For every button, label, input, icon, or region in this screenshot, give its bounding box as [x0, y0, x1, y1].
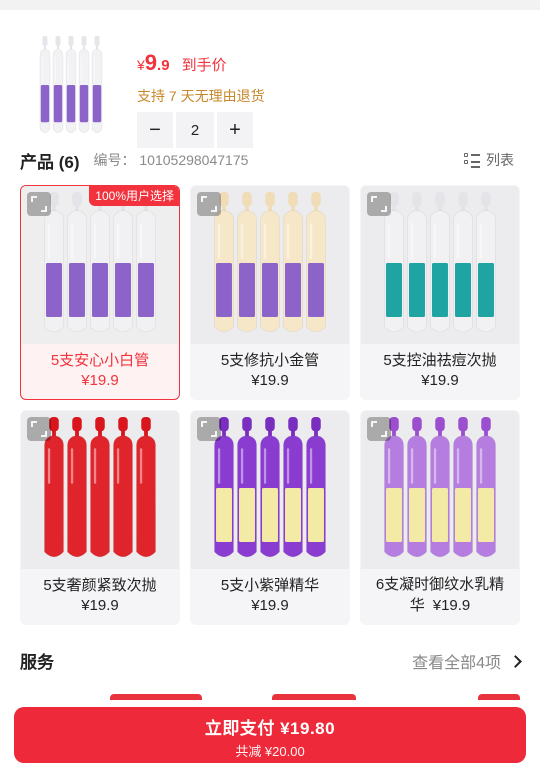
- vial-shape: [90, 417, 110, 558]
- vial-shape: [476, 417, 496, 558]
- vial-shape: [113, 192, 133, 333]
- product-price: ¥19.9: [251, 597, 289, 614]
- expand-icon[interactable]: [367, 192, 391, 216]
- product-price: ¥19.9: [251, 372, 289, 389]
- expand-icon[interactable]: [27, 192, 51, 216]
- price-tag: 到手价: [181, 57, 227, 74]
- vial-shape: [260, 417, 280, 558]
- vial-shape: [136, 192, 156, 333]
- product-name: 5支控油祛痘次抛: [383, 352, 497, 369]
- vial-shape: [67, 417, 87, 558]
- vial-shape: [453, 417, 473, 558]
- product-card[interactable]: 6支凝时御纹水乳精 华 ¥19.9: [360, 410, 520, 625]
- product-summary: ¥9.9 到手价 支持 7 天无理由退货 − 2 +: [0, 10, 540, 148]
- vial-shape: [39, 36, 51, 133]
- product-card[interactable]: 100%用户选择 5支安心小白管 ¥19.9: [20, 185, 180, 400]
- price-symbol: ¥: [137, 57, 145, 73]
- product-price: ¥19.9: [421, 372, 459, 389]
- vial-shape: [283, 417, 303, 558]
- price-integer: 9: [144, 50, 158, 75]
- vial-shape: [52, 36, 64, 133]
- product-name: 6支凝时御纹水乳精 华 ¥19.9: [361, 574, 519, 616]
- pay-now-label: 立即支付 ¥19.80: [204, 719, 336, 738]
- chevron-right-icon: [509, 654, 522, 668]
- services-row[interactable]: 服务 查看全部4项: [20, 646, 522, 673]
- sku-number: 编号： 10105298047175: [93, 152, 249, 168]
- popular-badge: 100%用户选择: [89, 186, 179, 206]
- pay-now-button[interactable]: 立即支付 ¥19.80 共减 ¥20.00: [14, 707, 526, 763]
- product-card[interactable]: 5支控油祛痘次抛 ¥19.9: [360, 185, 520, 400]
- vial-shape: [407, 192, 427, 333]
- list-icon: [464, 153, 480, 168]
- price-row: ¥9.9 到手价: [137, 50, 227, 76]
- products-header: 产品 (6) 编号： 10105298047175 列表: [20, 148, 520, 172]
- price-decimal: .9: [157, 57, 170, 74]
- product-name: 5支修抗小金管: [220, 352, 320, 369]
- vial-shape: [91, 36, 103, 133]
- vial-shape: [306, 192, 326, 333]
- quantity-value[interactable]: 2: [176, 112, 214, 148]
- product-grid: 100%用户选择 5支安心小白管 ¥19.9 5支修抗小金管 ¥19.9 5支控…: [20, 185, 520, 625]
- view-all-label: 查看全部4项: [412, 655, 501, 672]
- services-title: 服务: [20, 653, 54, 672]
- vial-shape: [260, 192, 280, 333]
- expand-icon[interactable]: [27, 417, 51, 441]
- vial-shape: [430, 417, 450, 558]
- product-price: ¥19.9: [81, 597, 119, 614]
- product-price: ¥19.9: [81, 372, 119, 389]
- products-title: 产品 (6): [20, 152, 80, 172]
- pay-bar: 立即支付 ¥19.80 共减 ¥20.00: [0, 700, 540, 768]
- vial-shape: [407, 417, 427, 558]
- vial-shape: [237, 417, 257, 558]
- vial-shape: [453, 192, 473, 333]
- expand-icon[interactable]: [197, 192, 221, 216]
- product-name: 5支奢颜紧致次抛: [43, 577, 157, 594]
- vial-shape: [136, 417, 156, 558]
- product-price: ¥19.9: [432, 597, 471, 614]
- list-view-toggle[interactable]: 列表: [464, 150, 514, 170]
- vial-shape: [306, 417, 326, 558]
- vial-shape: [78, 36, 90, 133]
- vial-shape: [90, 192, 110, 333]
- return-policy-note: 支持 7 天无理由退货: [137, 88, 265, 104]
- product-card[interactable]: 5支小紫弹精华 ¥19.9: [190, 410, 350, 625]
- vial-shape: [113, 417, 133, 558]
- view-all-services-link[interactable]: 查看全部4项: [412, 649, 522, 673]
- product-card[interactable]: 5支修抗小金管 ¥19.9: [190, 185, 350, 400]
- vial-shape: [237, 192, 257, 333]
- list-toggle-label: 列表: [486, 152, 514, 168]
- vial-shape: [67, 192, 87, 333]
- vial-shape: [65, 36, 77, 133]
- quantity-stepper: − 2 +: [137, 112, 253, 148]
- vial-shape: [476, 192, 496, 333]
- product-name: 5支小紫弹精华: [220, 577, 320, 594]
- product-thumbnail: [39, 36, 103, 133]
- expand-icon[interactable]: [367, 417, 391, 441]
- vial-shape: [430, 192, 450, 333]
- vial-shape: [283, 192, 303, 333]
- plus-button[interactable]: +: [217, 112, 253, 148]
- top-divider: [0, 0, 540, 10]
- discount-total: 共减 ¥20.00: [235, 744, 305, 759]
- expand-icon[interactable]: [197, 417, 221, 441]
- product-card[interactable]: 5支奢颜紧致次抛 ¥19.9: [20, 410, 180, 625]
- product-name-line2: 华: [409, 597, 425, 614]
- product-name-line1: 6支凝时御纹水乳精: [375, 576, 505, 593]
- minus-button[interactable]: −: [137, 112, 173, 148]
- product-name: 5支安心小白管: [50, 352, 150, 369]
